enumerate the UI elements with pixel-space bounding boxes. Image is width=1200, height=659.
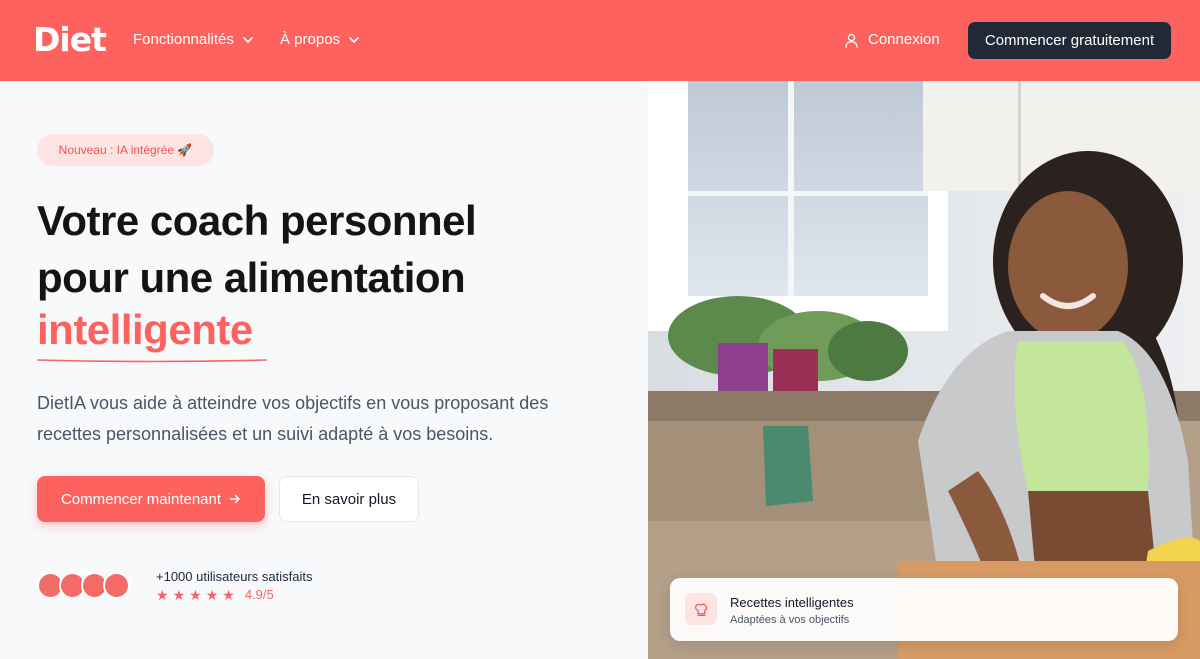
card-title: Recettes intelligentes: [730, 595, 854, 610]
avatar: [103, 572, 130, 599]
chevron-down-icon: [243, 37, 253, 44]
nav-features-dropdown[interactable]: Fonctionnalités: [133, 30, 254, 50]
hero-description: DietIA vous aide à atteindre vos objecti…: [37, 393, 549, 444]
star-icon: ★: [205, 587, 219, 603]
user-avatars: [37, 572, 137, 600]
nav-about-dropdown[interactable]: À propos: [280, 30, 360, 50]
hero-photo: [648, 81, 1200, 659]
satisfied-users-text: +1000 utilisateurs satisfaits: [156, 569, 313, 584]
start-now-label: Commencer maintenant: [60, 490, 222, 508]
star-icon: ★: [156, 587, 169, 603]
chevron-down-icon: [349, 37, 359, 44]
chef-hat-glyph: [694, 603, 707, 616]
top-navbar: Diet Fonctionnalités À propos Connexion …: [0, 0, 1200, 81]
headline-line-1: Votre coach personnel: [37, 197, 477, 244]
chef-hat-icon: [685, 593, 717, 625]
start-now-button[interactable]: Commencer maintenant: [37, 476, 265, 522]
logo[interactable]: Diet: [33, 22, 107, 58]
user-icon: [845, 33, 858, 48]
nav-features-label: Fonctionnalités: [133, 31, 234, 48]
rating-value: 4.9/5: [244, 587, 274, 602]
login-label: Connexion: [868, 31, 940, 48]
feature-card: Recettes intelligentes Adaptées à vos ob…: [670, 578, 1178, 641]
learn-more-button[interactable]: En savoir plus: [279, 476, 419, 522]
start-free-button[interactable]: Commencer gratuitement: [968, 22, 1171, 59]
arrow-right-icon: [229, 494, 240, 504]
accent-underline: [37, 359, 267, 363]
login-link[interactable]: Connexion: [843, 30, 940, 50]
headline-line-2: pour une alimentation: [37, 254, 466, 301]
star-icon: ★: [189, 587, 202, 603]
kitchen-woman-image: [648, 81, 1200, 659]
rating-stars: ★ ★ ★ ★ ★ 4.9/5: [156, 587, 274, 603]
hero-headline: Votre coach personnel pour une alimentat…: [37, 192, 597, 306]
new-feature-badge: Nouveau : IA intégrée 🚀: [37, 134, 214, 166]
nav-about-label: À propos: [280, 31, 341, 48]
star-icon: ★: [222, 587, 235, 603]
card-subtitle: Adaptées à vos objectifs: [730, 614, 850, 626]
headline-accent-word: intelligente: [37, 306, 253, 353]
star-icon: ★: [172, 587, 186, 603]
